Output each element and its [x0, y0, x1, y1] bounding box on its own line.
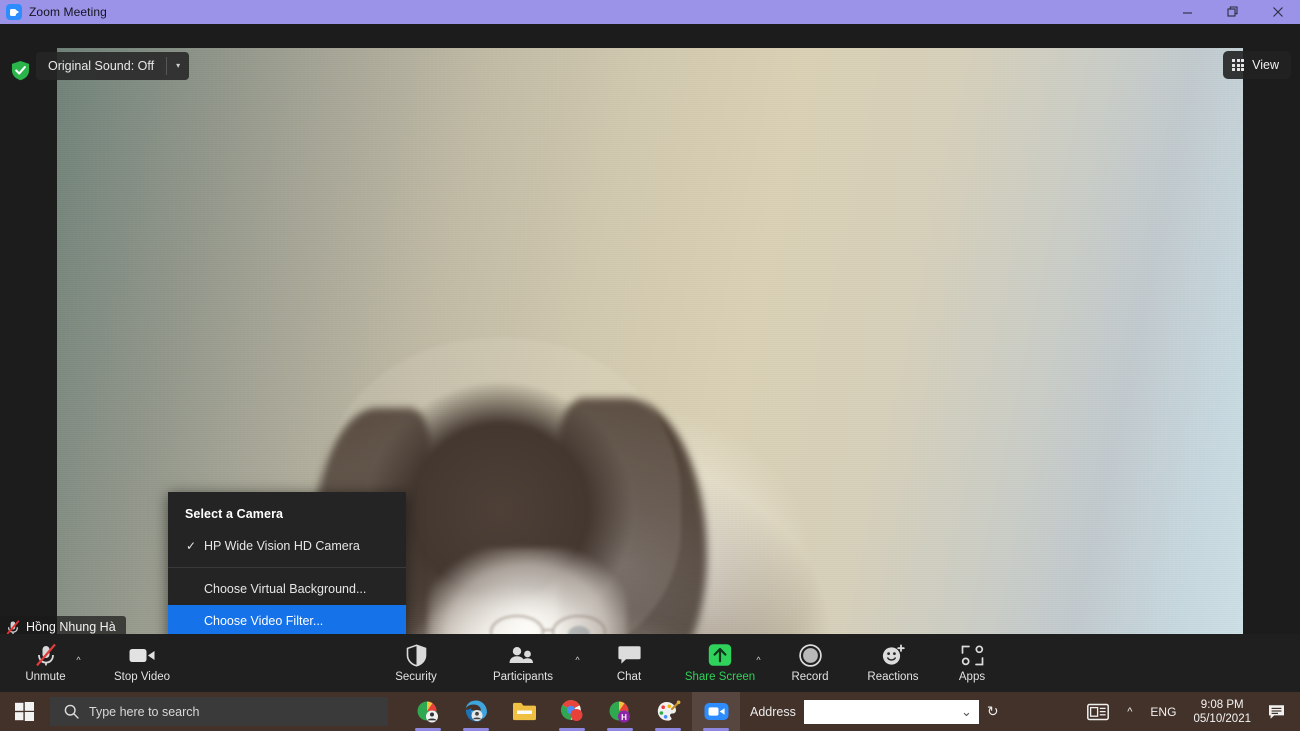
restore-button[interactable] — [1210, 0, 1255, 24]
chat-button[interactable]: Chat — [605, 634, 653, 692]
people-icon — [508, 642, 538, 668]
svg-text:H: H — [621, 713, 627, 722]
check-icon: ✓ — [186, 539, 197, 553]
chrome-browser-icon — [560, 700, 582, 721]
refresh-icon[interactable]: ↻ — [987, 703, 999, 720]
context-menu-header: Select a Camera — [185, 507, 284, 521]
stop-video-label: Stop Video — [113, 671, 171, 683]
original-sound-label: Original Sound: Off — [48, 59, 155, 73]
reactions-button[interactable]: Reactions — [858, 634, 928, 692]
chevron-down-icon[interactable]: ⌄ — [961, 704, 972, 720]
participant-name-label: Hồng Nhung Hà — [26, 620, 116, 634]
zoom-video-icon — [6, 4, 22, 20]
participants-label: Participants — [492, 671, 554, 683]
apps-label: Apps — [958, 671, 986, 683]
clock-date: 05/10/2021 — [1193, 712, 1251, 725]
zoom-video-icon — [704, 703, 728, 720]
security-label: Security — [395, 671, 437, 683]
menu-item-choose-virtual-background[interactable]: Choose Virtual Background... — [168, 573, 406, 605]
taskbar-app-edge[interactable] — [452, 692, 500, 731]
window-title: Zoom Meeting — [29, 5, 107, 19]
meeting-stage: Original Sound: Off ▾ View Hồng Nhung Hà… — [0, 24, 1300, 634]
language-indicator[interactable]: ENG — [1141, 692, 1185, 731]
taskbar-app-chrome[interactable] — [548, 692, 596, 731]
record-label: Record — [791, 671, 829, 683]
apps-button[interactable]: Apps — [945, 634, 999, 692]
folder-icon — [512, 702, 536, 721]
menu-item-camera-hp-wide-vision[interactable]: ✓ HP Wide Vision HD Camera — [168, 530, 406, 562]
participants-caret-icon[interactable]: ^ — [570, 652, 585, 667]
taskbar-app-zalo[interactable] — [404, 692, 452, 731]
record-circle-icon — [798, 642, 822, 668]
zoom-meeting-toolbar: Unmute ^ Stop Video ^ Security — [0, 634, 1300, 692]
taskbar-app-file-explorer[interactable] — [500, 692, 548, 731]
taskbar-pinned-apps: H — [404, 692, 740, 731]
encryption-shield-icon[interactable] — [11, 60, 30, 81]
taskbar-app-zoom[interactable] — [692, 692, 740, 731]
address-toolbar-label: Address — [750, 704, 796, 719]
edge-browser-icon — [465, 700, 487, 722]
shield-icon — [406, 642, 427, 668]
muted-mic-icon — [6, 619, 20, 634]
search-input[interactable]: Type here to search — [50, 697, 388, 726]
unmute-caret-icon[interactable]: ^ — [71, 652, 86, 667]
participants-button[interactable]: Participants — [484, 634, 562, 692]
zalo-contact-icon — [417, 701, 438, 722]
participant-name-chip: Hồng Nhung Hà — [0, 616, 126, 634]
unmute-button[interactable]: Unmute — [18, 634, 73, 692]
chevron-down-icon[interactable]: ▾ — [167, 52, 189, 80]
zalo-h-icon: H — [609, 701, 630, 722]
chat-label: Chat — [616, 671, 642, 683]
tray-overflow-caret-icon[interactable]: ^ — [1118, 692, 1141, 731]
menu-item-choose-video-filter[interactable]: Choose Video Filter... — [168, 605, 406, 634]
windows-taskbar: Type here to search H Address ⌄ ↻ ^ ENG … — [0, 692, 1300, 731]
taskbar-app-zalo-h[interactable]: H — [596, 692, 644, 731]
stop-video-button[interactable]: Stop Video — [104, 634, 180, 692]
paint-palette-icon — [657, 700, 680, 721]
clock[interactable]: 9:08 PM 05/10/2021 — [1185, 698, 1259, 726]
windows-logo-icon — [14, 702, 34, 721]
share-screen-caret-icon[interactable]: ^ — [751, 652, 766, 667]
system-tray: ^ ENG 9:08 PM 05/10/2021 — [1078, 692, 1300, 731]
security-button[interactable]: Security — [388, 634, 444, 692]
news-weather-icon[interactable] — [1078, 692, 1118, 731]
camera-context-menu: Select a Camera ✓ HP Wide Vision HD Came… — [168, 492, 406, 634]
original-sound-button[interactable]: Original Sound: Off ▾ — [36, 52, 190, 80]
menu-item-label: Choose Virtual Background... — [204, 582, 367, 596]
address-combobox[interactable]: ⌄ — [803, 699, 979, 724]
glasses-shape — [489, 614, 607, 634]
clock-time: 9:08 PM — [1200, 698, 1244, 711]
share-screen-button[interactable]: Share Screen — [682, 634, 758, 692]
window-titlebar: Zoom Meeting — [0, 0, 1300, 24]
menu-item-label: Choose Video Filter... — [204, 614, 324, 628]
menu-separator — [168, 567, 406, 568]
record-button[interactable]: Record — [782, 634, 838, 692]
notification-icon[interactable] — [1259, 692, 1294, 731]
grid-view-icon — [1232, 59, 1245, 71]
share-screen-label: Share Screen — [684, 671, 756, 683]
start-button[interactable] — [0, 692, 48, 731]
view-button[interactable]: View — [1223, 51, 1291, 79]
unmute-label: Unmute — [25, 671, 66, 683]
mic-muted-icon — [35, 642, 57, 668]
chat-bubble-icon — [617, 642, 641, 668]
close-icon[interactable] — [1255, 0, 1300, 24]
search-placeholder: Type here to search — [89, 704, 200, 719]
address-toolbar: Address ⌄ ↻ — [750, 699, 999, 724]
smiley-plus-icon — [881, 642, 906, 668]
window-controls — [1165, 0, 1300, 24]
apps-bracket-icon — [961, 642, 984, 668]
video-camera-icon — [129, 642, 155, 668]
reactions-label: Reactions — [867, 671, 919, 683]
view-button-label: View — [1252, 58, 1279, 72]
menu-item-label: HP Wide Vision HD Camera — [204, 539, 360, 553]
taskbar-app-paint[interactable] — [644, 692, 692, 731]
search-icon — [64, 704, 79, 719]
share-arrow-up-icon — [708, 642, 732, 668]
minimize-button[interactable] — [1165, 0, 1210, 24]
